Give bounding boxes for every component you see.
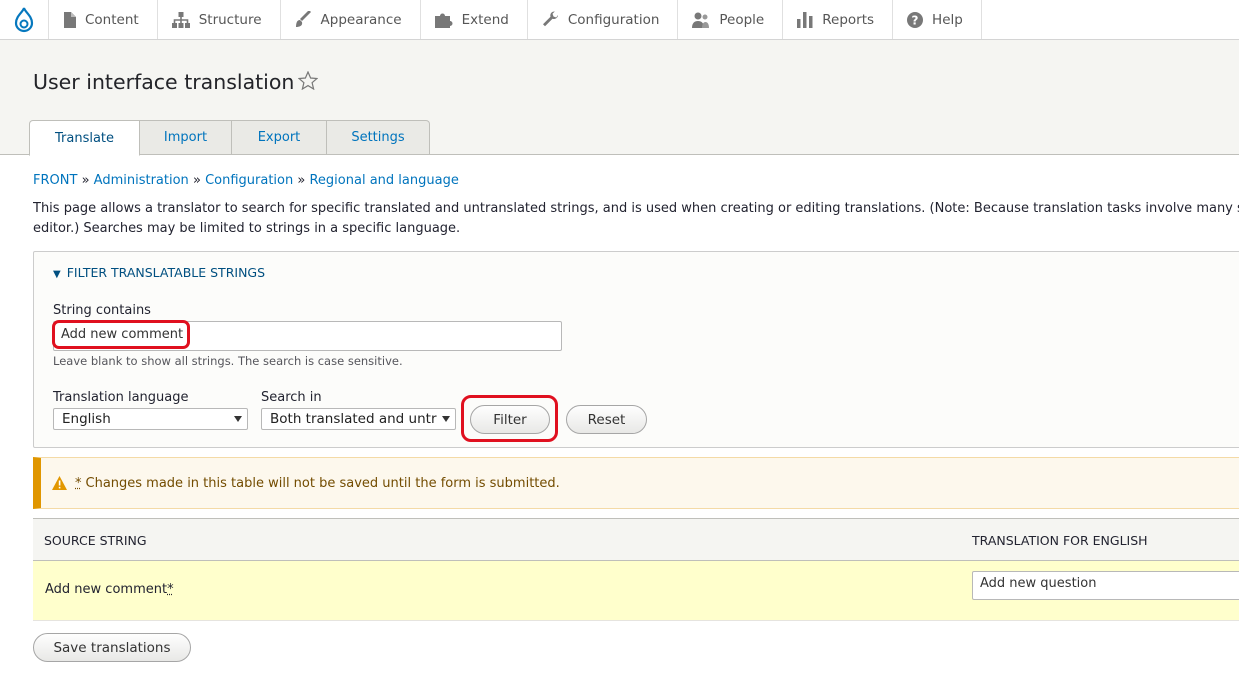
search-in-value: Both translated and untr [270, 411, 437, 427]
breadcrumb-separator: » [193, 173, 201, 188]
filter-fieldset: ▼ Filter translatable strings String cont… [33, 251, 1239, 448]
filter-legend-label: Filter translatable strings [67, 265, 265, 280]
breadcrumb-separator: » [297, 173, 305, 188]
primary-tabs: Translate Import Export Settings [29, 120, 430, 156]
warning-text: Changes made in this table will not be s… [86, 476, 560, 491]
warning-asterisk: * [75, 476, 82, 491]
column-header-source: Source string [44, 533, 147, 548]
string-contains-help: Leave blank to show all strings. The sea… [53, 354, 403, 368]
toolbar-structure[interactable]: Structure [158, 0, 281, 39]
breadcrumb-front[interactable]: FRONT [33, 173, 77, 188]
admin-toolbar: Content Structure Appearance Extend Conf… [0, 0, 1239, 40]
toolbar-content-label: Content [85, 12, 139, 28]
column-header-translation: Translation for English [972, 533, 1148, 548]
breadcrumb-configuration[interactable]: Configuration [205, 173, 293, 188]
svg-text:?: ? [912, 13, 919, 27]
page-header: User interface translation Translate Imp… [0, 40, 1239, 155]
page-description: This page allows a translator to search … [33, 199, 1239, 239]
sitemap-icon [172, 12, 190, 28]
tab-settings[interactable]: Settings [327, 120, 430, 155]
paintbrush-icon [295, 11, 312, 28]
bar-chart-icon [797, 12, 813, 28]
source-string-text: Add new comment [45, 582, 167, 597]
breadcrumb-regional-language[interactable]: Regional and language [309, 173, 458, 188]
people-icon [692, 12, 710, 28]
star-icon[interactable] [298, 71, 318, 90]
description-line-2: editor.) Searches may be limited to stri… [33, 219, 1239, 239]
tab-export[interactable]: Export [232, 120, 327, 155]
drupal-logo-icon[interactable] [0, 0, 49, 39]
translation-language-value: English [62, 411, 111, 427]
translation-input[interactable]: Add new question [972, 571, 1239, 600]
page-title: User interface translation [33, 70, 294, 94]
string-contains-label: String contains [53, 303, 151, 318]
toolbar-appearance[interactable]: Appearance [281, 0, 421, 39]
filter-button[interactable]: Filter [470, 405, 550, 434]
chevron-down-icon [234, 416, 242, 422]
reset-button[interactable]: Reset [566, 405, 647, 434]
toolbar-configuration-label: Configuration [568, 12, 660, 28]
toolbar-configuration[interactable]: Configuration [528, 0, 679, 39]
warning-icon [52, 476, 67, 490]
translation-language-select[interactable]: English [53, 408, 248, 430]
toolbar-reports-label: Reports [822, 12, 874, 28]
search-in-label: Search in [261, 390, 322, 405]
table-header: Source string Translation for English [33, 518, 1239, 561]
toolbar-extend-label: Extend [462, 12, 509, 28]
tab-import[interactable]: Import [140, 120, 232, 155]
warning-message: * Changes made in this table will not be… [33, 457, 1239, 509]
triangle-down-icon: ▼ [53, 269, 61, 280]
breadcrumb: FRONT » Administration » Configuration »… [33, 173, 459, 188]
toolbar-appearance-label: Appearance [321, 12, 402, 28]
toolbar-content[interactable]: Content [49, 0, 158, 39]
file-icon [63, 12, 76, 28]
toolbar-help[interactable]: ? Help [893, 0, 982, 39]
toolbar-people-label: People [719, 12, 764, 28]
toolbar-structure-label: Structure [199, 12, 262, 28]
translation-language-label: Translation language [53, 390, 189, 405]
save-translations-button[interactable]: Save translations [33, 633, 191, 662]
chevron-down-icon [442, 416, 450, 422]
string-contains-input[interactable]: Add new comment [53, 321, 562, 351]
wrench-icon [542, 11, 559, 28]
search-in-select[interactable]: Both translated and untr [261, 408, 456, 430]
table-row: Add new comment* Add new question [33, 561, 1239, 621]
breadcrumb-separator: » [82, 173, 90, 188]
toolbar-reports[interactable]: Reports [783, 0, 893, 39]
breadcrumb-administration[interactable]: Administration [94, 173, 189, 188]
help-icon: ? [907, 12, 923, 28]
source-string-cell: Add new comment* [45, 582, 174, 597]
puzzle-icon [435, 12, 453, 28]
changed-marker: * [167, 582, 174, 597]
toolbar-people[interactable]: People [678, 0, 783, 39]
toolbar-extend[interactable]: Extend [421, 0, 528, 39]
tab-translate[interactable]: Translate [29, 120, 140, 156]
toolbar-help-label: Help [932, 12, 963, 28]
filter-legend[interactable]: ▼ Filter translatable strings [53, 265, 265, 280]
description-line-1: This page allows a translator to search … [33, 199, 1239, 219]
